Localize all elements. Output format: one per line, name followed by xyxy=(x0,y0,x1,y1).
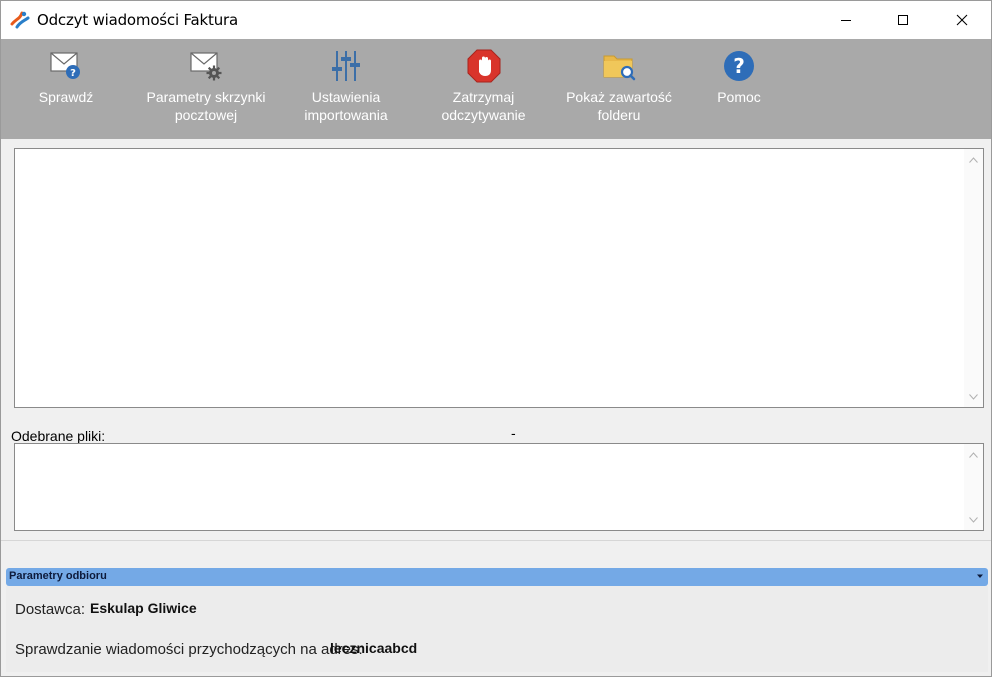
mail-settings-icon xyxy=(190,52,222,81)
scroll-down-icon[interactable] xyxy=(967,513,980,526)
close-button[interactable] xyxy=(939,1,985,39)
sliders-icon xyxy=(332,51,360,81)
main-window: Odczyt wiadomości Faktura ? Sprawdź Para… xyxy=(0,0,992,677)
log-scrollbar[interactable] xyxy=(964,149,983,407)
received-files-label: Odebrane pliki: xyxy=(11,428,106,444)
scroll-up-icon[interactable] xyxy=(967,153,980,166)
minimize-icon xyxy=(841,20,851,21)
import-settings-label: Ustawienia importowania xyxy=(304,89,388,123)
maximize-icon xyxy=(898,15,908,25)
svg-text:?: ? xyxy=(733,54,745,78)
app-logo-icon xyxy=(10,11,30,29)
address-label: Sprawdzanie wiadomości przychodzących na… xyxy=(15,641,363,658)
help-label: Pomoc xyxy=(717,89,761,105)
log-textarea[interactable] xyxy=(14,148,984,408)
stop-hand-icon xyxy=(467,49,500,83)
stop-reading-label: Zatrzymaj odczytywanie xyxy=(441,89,526,123)
check-label: Sprawdź xyxy=(38,89,94,105)
received-scrollbar[interactable] xyxy=(964,444,983,530)
scroll-down-icon[interactable] xyxy=(967,390,980,403)
params-panel-body: Dostawca: Eskulap Gliwice Sprawdzanie wi… xyxy=(6,586,988,672)
window-title: Odczyt wiadomości Faktura xyxy=(37,11,238,29)
toolbar: ? Sprawdź Parametry skrzynki pocztowej U… xyxy=(1,39,991,139)
folder-search-icon xyxy=(603,55,636,81)
close-icon xyxy=(956,14,968,26)
show-folder-button[interactable]: Pokaż zawartość folderu xyxy=(559,49,679,124)
minimize-button[interactable] xyxy=(823,1,869,39)
help-button[interactable]: ? Pomoc xyxy=(709,49,769,106)
supplier-value: Eskulap Gliwice xyxy=(90,600,197,616)
mail-check-icon: ? xyxy=(50,52,80,79)
received-status: - xyxy=(511,425,516,441)
params-panel-title: Parametry odbioru xyxy=(9,570,107,582)
address-value: lecznicaabcd xyxy=(330,640,418,656)
title-bar: Odczyt wiadomości Faktura xyxy=(1,1,991,39)
supplier-label: Dostawca: xyxy=(15,601,86,618)
help-icon: ? xyxy=(724,51,754,81)
params-panel-header[interactable]: Parametry odbioru xyxy=(6,568,988,586)
svg-text:?: ? xyxy=(70,68,76,79)
chevron-down-icon[interactable] xyxy=(975,571,985,581)
import-settings-button[interactable]: Ustawienia importowania xyxy=(296,49,396,124)
check-button[interactable]: ? Sprawdź xyxy=(31,49,101,106)
scroll-up-icon[interactable] xyxy=(967,448,980,461)
mailbox-params-label: Parametry skrzynki pocztowej xyxy=(146,89,266,123)
mailbox-params-button[interactable]: Parametry skrzynki pocztowej xyxy=(141,49,271,124)
received-files-textarea[interactable] xyxy=(14,443,984,531)
maximize-button[interactable] xyxy=(880,1,926,39)
show-folder-label: Pokaż zawartość folderu xyxy=(566,89,672,123)
stop-reading-button[interactable]: Zatrzymaj odczytywanie xyxy=(431,49,536,124)
divider xyxy=(1,540,991,541)
